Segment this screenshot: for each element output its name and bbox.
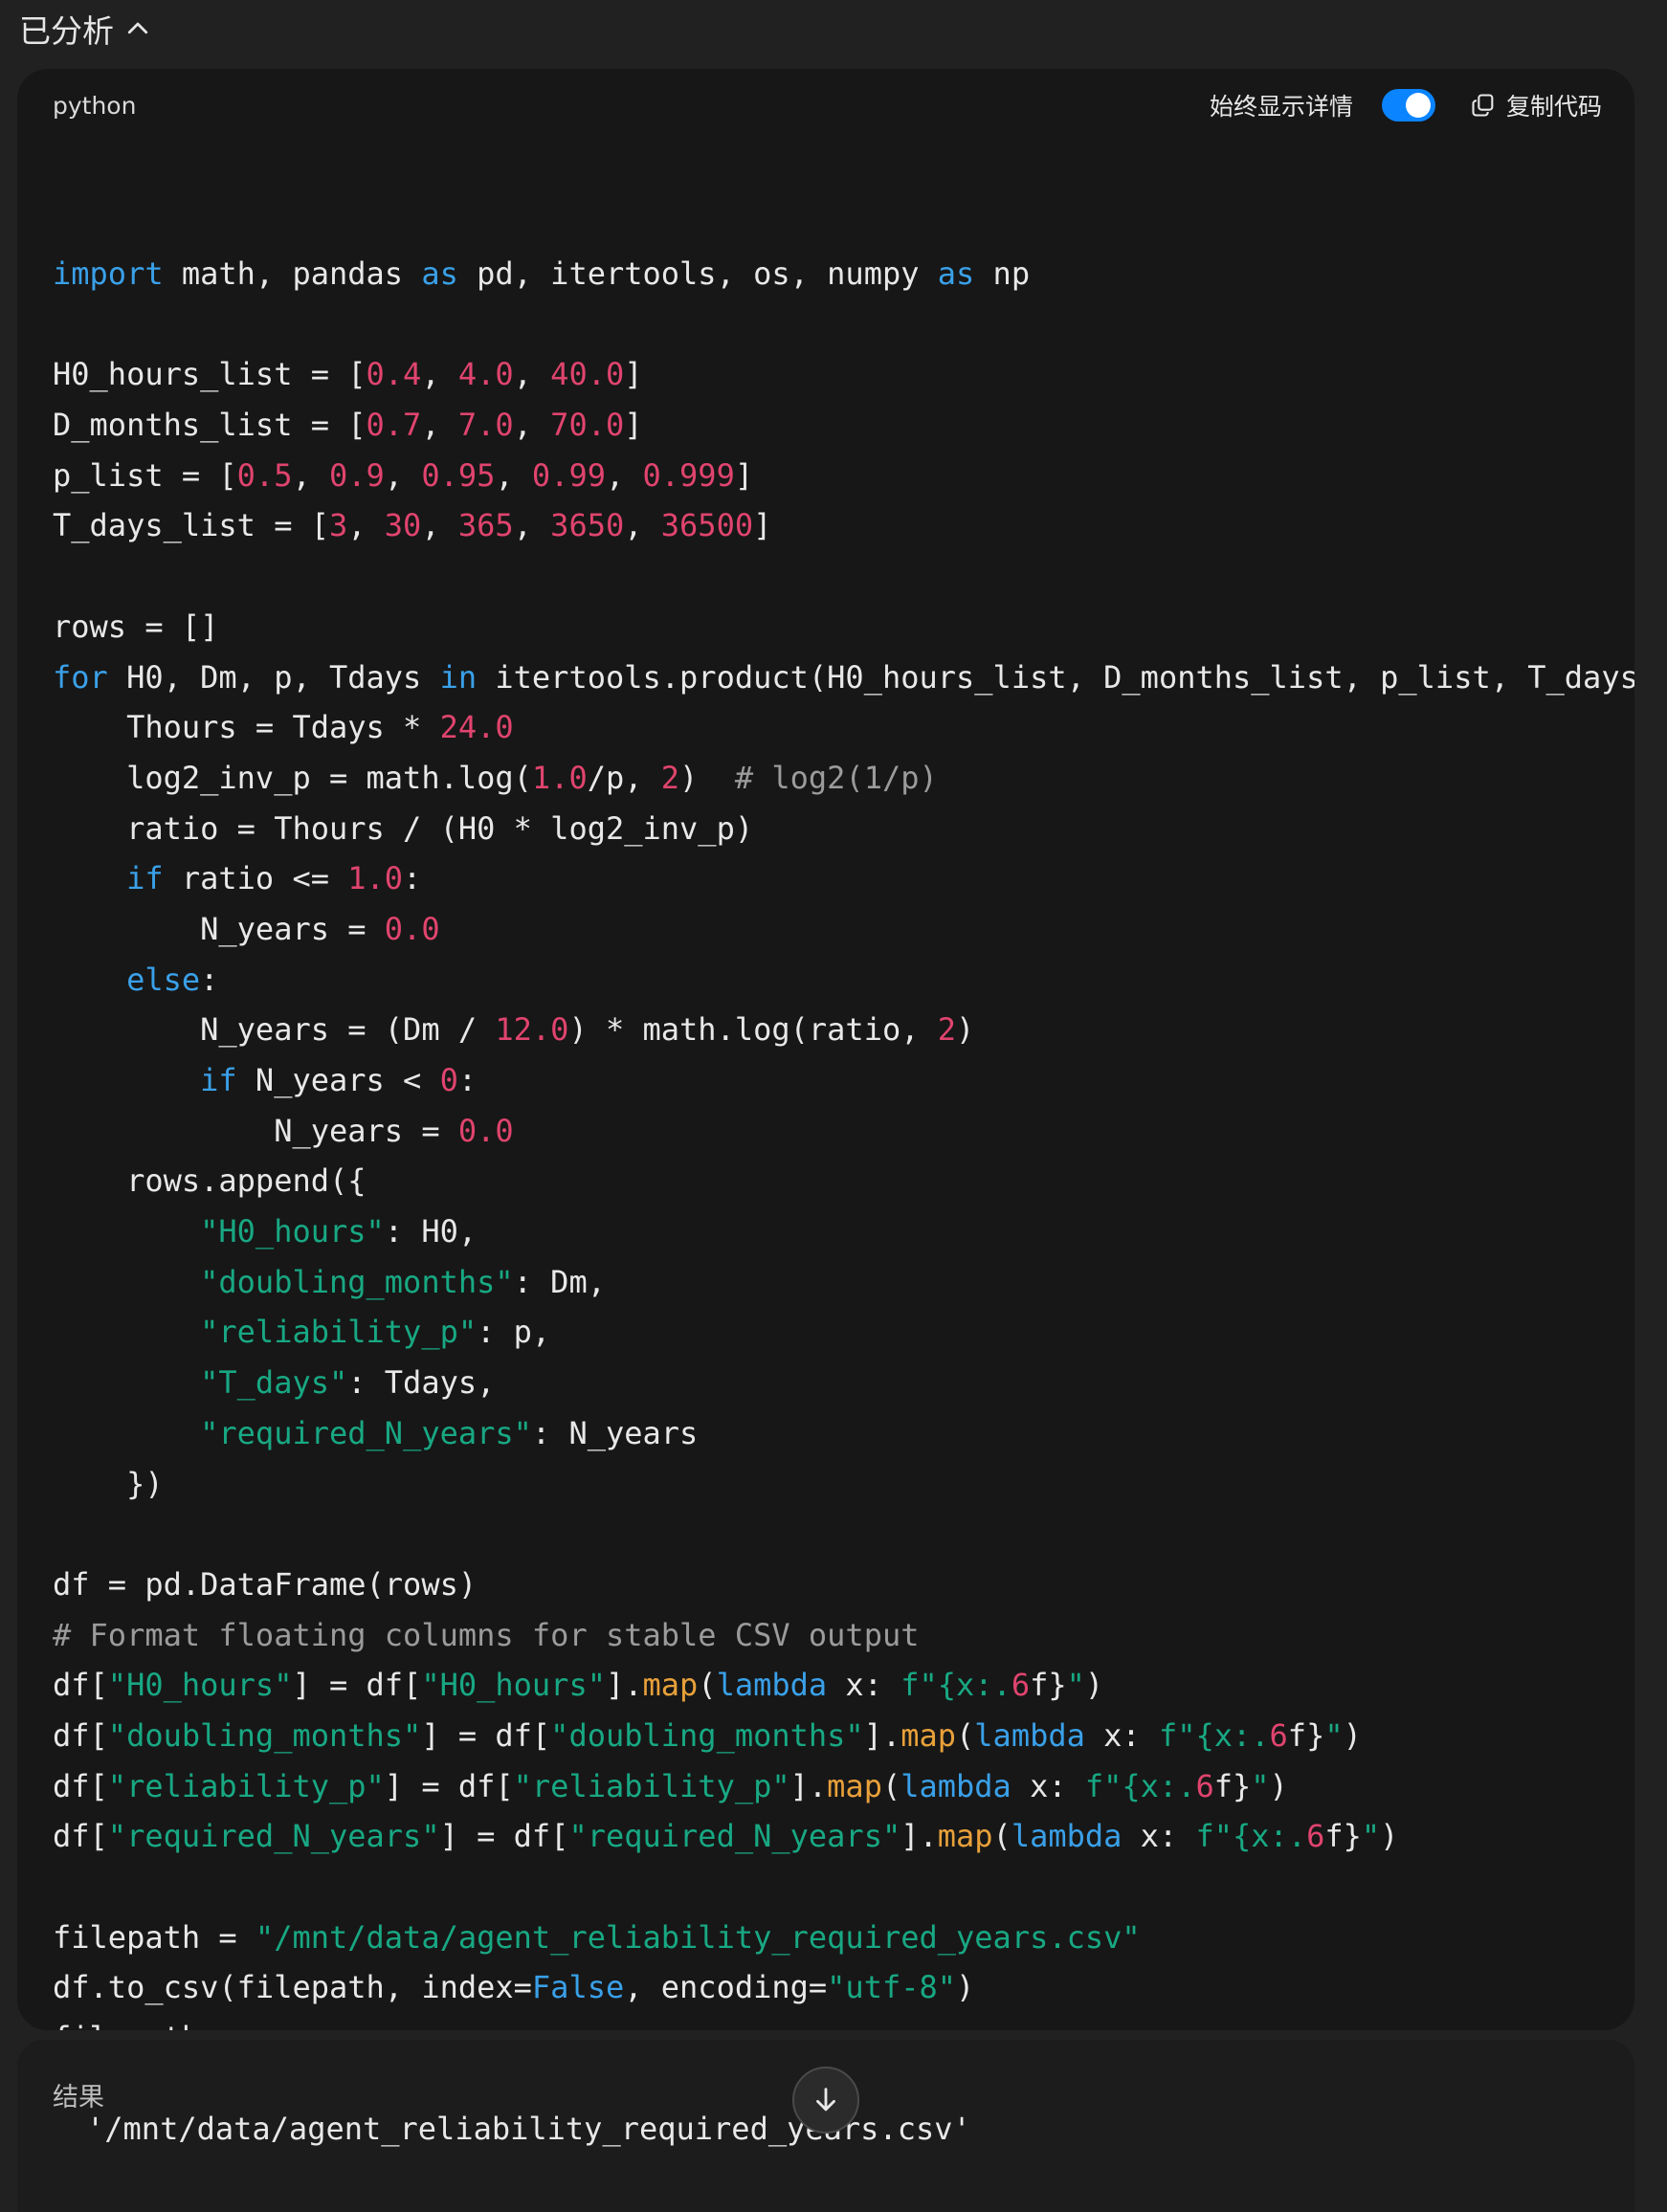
code-line: T_days_list = [3, 30, 365, 3650, 36500]: [53, 507, 772, 544]
code-line: ​: [53, 299, 1634, 350]
code-content[interactable]: import math, pandas as pd, itertools, os…: [53, 249, 1634, 2030]
code-tools: 始终显示详情 复制代码: [1210, 88, 1602, 122]
toggle-knob: [1405, 93, 1431, 118]
always-show-details-label: 始终显示详情: [1209, 93, 1353, 121]
code-line: rows.append({: [53, 1162, 367, 1200]
code-line: import math, pandas as pd, itertools, os…: [53, 255, 1031, 292]
code-line: }): [53, 1465, 164, 1502]
copy-code-button[interactable]: 复制代码: [1470, 88, 1602, 122]
code-line: df["doubling_months"] = df["doubling_mon…: [53, 1716, 1362, 1754]
code-line: ​: [53, 1862, 1634, 1913]
code-line: rows = []: [53, 608, 219, 645]
code-line: log2_inv_p = math.log(1.0/p, 2) # log2(1…: [53, 759, 938, 796]
code-line: df["H0_hours"] = df["H0_hours"].map(lamb…: [53, 1667, 1104, 1704]
analysis-title: 已分析: [19, 12, 114, 50]
code-line: for H0, Dm, p, Tdays in itertools.produc…: [53, 658, 1634, 696]
code-line: N_years = 0.0: [53, 1112, 514, 1149]
code-line: Thours = Tdays * 24.0: [53, 709, 514, 746]
code-line: ​: [53, 551, 1634, 602]
result-label: 结果: [53, 2083, 104, 2112]
code-line: "reliability_p": p,: [200, 1314, 551, 1351]
code-language-label: python: [53, 92, 137, 120]
code-line: else:: [126, 961, 219, 998]
code-line: "doubling_months": Dm,: [200, 1263, 606, 1300]
code-line: if N_years < 0:: [200, 1062, 478, 1098]
code-line: "T_days": Tdays,: [200, 1364, 496, 1402]
always-show-details-toggle[interactable]: [1381, 89, 1435, 122]
scroll-to-bottom-button[interactable]: [792, 2067, 859, 2134]
code-line: ratio = Thours / (H0 * log2_inv_p): [53, 809, 754, 847]
code-line: H0_hours_list = [0.4, 4.0, 40.0]: [53, 356, 643, 393]
code-line: ​: [53, 1509, 1634, 1559]
code-line: "H0_hours": H0,: [200, 1213, 478, 1250]
code-line: N_years = 0.0: [53, 910, 440, 947]
code-line: # Format floating columns for stable CSV…: [53, 1616, 920, 1653]
code-line: "required_N_years": N_years: [200, 1414, 699, 1451]
code-line: df["reliability_p"] = df["reliability_p"…: [53, 1767, 1288, 1804]
code-line: D_months_list = [0.7, 7.0, 70.0]: [53, 407, 643, 444]
analysis-header[interactable]: 已分析: [19, 4, 152, 54]
code-line: df = pd.DataFrame(rows): [53, 1565, 478, 1603]
chevron-up-icon[interactable]: [123, 14, 152, 43]
copy-code-label: 复制代码: [1505, 93, 1602, 121]
code-block: python 始终显示详情 复制代码 import math, pandas a…: [17, 69, 1634, 2030]
code-line: p_list = [0.5, 0.9, 0.95, 0.99, 0.999]: [53, 456, 754, 494]
code-line: df["required_N_years"] = df["required_N_…: [53, 1818, 1399, 1855]
code-line: filepath: [53, 2013, 1634, 2030]
arrow-down-icon: [816, 2088, 835, 2112]
code-line: df.to_csv(filepath, index=False, encodin…: [53, 1969, 975, 2006]
code-line: if ratio <= 1.0:: [126, 860, 422, 897]
code-line: N_years = (Dm / 12.0) * math.log(ratio, …: [53, 1011, 975, 1049]
code-toolbar: python 始终显示详情 复制代码: [17, 69, 1634, 147]
copy-icon: [1472, 94, 1494, 117]
code-line: filepath = "/mnt/data/agent_reliability_…: [53, 1918, 1141, 1956]
